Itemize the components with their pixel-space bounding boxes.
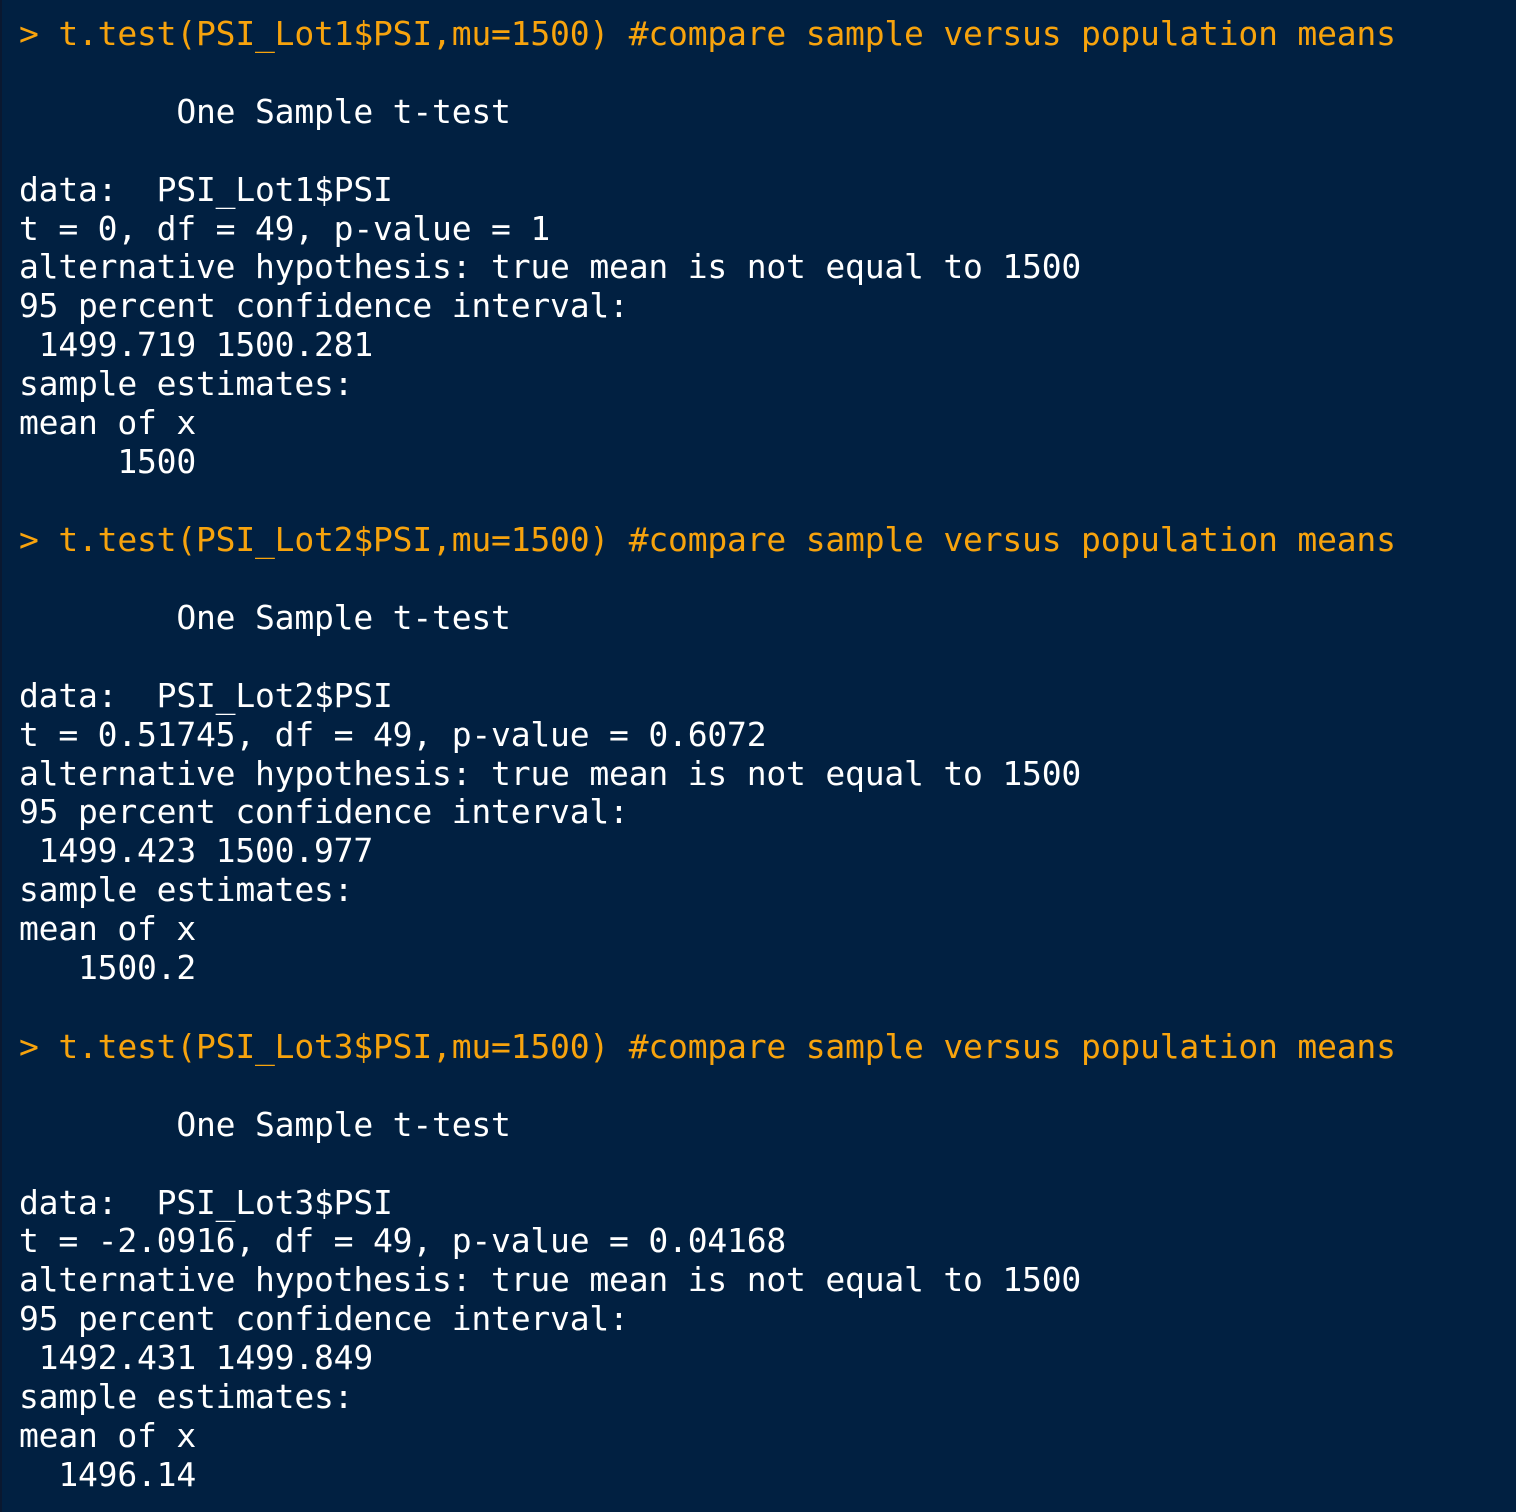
sample-estimates-label: sample estimates:: [19, 1377, 354, 1416]
confidence-interval-label: 95 percent confidence interval:: [19, 286, 629, 325]
confidence-interval-label: 95 percent confidence interval:: [19, 792, 629, 831]
command-line[interactable]: > t.test(PSI_Lot3$PSI,mu=1500) #compare …: [19, 1027, 1396, 1067]
mean-value: 1500: [19, 442, 197, 481]
data-line: data: PSI_Lot1$PSI: [19, 170, 393, 209]
test-title: One Sample t-test: [19, 598, 511, 637]
mean-label: mean of x: [19, 1416, 197, 1455]
data-line: data: PSI_Lot3$PSI: [19, 1183, 393, 1222]
confidence-interval-values: 1492.431 1499.849: [19, 1338, 374, 1377]
sample-estimates-label: sample estimates:: [19, 870, 354, 909]
test-statistics-line: t = 0, df = 49, p-value = 1: [19, 209, 551, 248]
test-statistics-line: t = 0.51745, df = 49, p-value = 0.6072: [19, 715, 767, 754]
confidence-interval-label: 95 percent confidence interval:: [19, 1299, 629, 1338]
r-console-output: > t.test(PSI_Lot1$PSI,mu=1500) #compare …: [0, 0, 1516, 1512]
command-line[interactable]: > t.test(PSI_Lot1$PSI,mu=1500) #compare …: [19, 14, 1396, 54]
mean-value: 1500.2: [19, 948, 197, 987]
confidence-interval-values: 1499.423 1500.977: [19, 831, 374, 870]
test-statistics-line: t = -2.0916, df = 49, p-value = 0.04168: [19, 1221, 787, 1260]
mean-value: 1496.14: [19, 1455, 197, 1494]
test-title: One Sample t-test: [19, 92, 511, 131]
mean-label: mean of x: [19, 909, 197, 948]
sample-estimates-label: sample estimates:: [19, 364, 354, 403]
test-title: One Sample t-test: [19, 1105, 511, 1144]
alternative-hypothesis-line: alternative hypothesis: true mean is not…: [19, 754, 1082, 793]
mean-label: mean of x: [19, 403, 197, 442]
confidence-interval-values: 1499.719 1500.281: [19, 325, 374, 364]
alternative-hypothesis-line: alternative hypothesis: true mean is not…: [19, 247, 1082, 286]
alternative-hypothesis-line: alternative hypothesis: true mean is not…: [19, 1260, 1082, 1299]
command-line[interactable]: > t.test(PSI_Lot2$PSI,mu=1500) #compare …: [19, 520, 1396, 560]
data-line: data: PSI_Lot2$PSI: [19, 676, 393, 715]
